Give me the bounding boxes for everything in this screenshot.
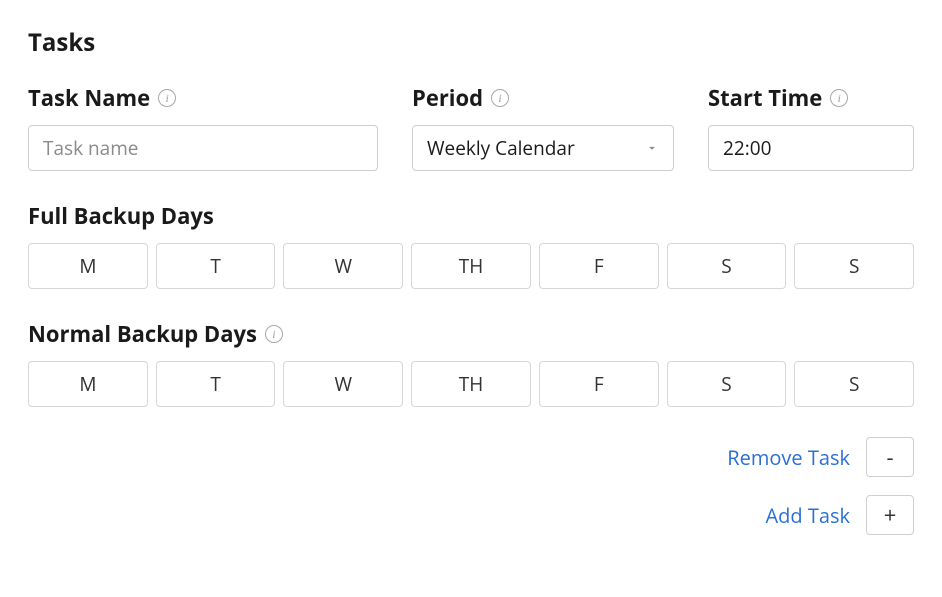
day-toggle[interactable]: F: [539, 243, 659, 289]
day-toggle[interactable]: W: [283, 243, 403, 289]
task-name-input[interactable]: [28, 125, 378, 171]
task-name-label: Task Name i: [28, 83, 378, 113]
remove-task-action: Remove Task -: [727, 437, 914, 477]
info-icon[interactable]: i: [491, 89, 509, 107]
add-task-action: Add Task +: [766, 495, 914, 535]
task-actions: Remove Task - Add Task +: [28, 437, 914, 535]
info-icon[interactable]: i: [265, 325, 283, 343]
info-icon[interactable]: i: [158, 89, 176, 107]
day-toggle[interactable]: TH: [411, 243, 531, 289]
start-time-label-text: Start Time: [708, 83, 822, 113]
full-backup-days: M T W TH F S S: [28, 243, 914, 289]
start-time-field: Start Time i: [708, 83, 914, 171]
add-task-button[interactable]: +: [866, 495, 914, 535]
day-toggle[interactable]: S: [794, 243, 914, 289]
chevron-down-icon: [645, 141, 659, 155]
day-toggle[interactable]: T: [156, 243, 276, 289]
full-backup-label: Full Backup Days: [28, 201, 914, 231]
period-field: Period i Weekly Calendar: [412, 83, 674, 171]
day-toggle[interactable]: M: [28, 361, 148, 407]
full-backup-label-text: Full Backup Days: [28, 201, 214, 231]
period-label: Period i: [412, 83, 674, 113]
day-toggle[interactable]: F: [539, 361, 659, 407]
remove-task-link[interactable]: Remove Task: [727, 444, 850, 471]
day-toggle[interactable]: T: [156, 361, 276, 407]
tasks-heading: Tasks: [28, 26, 914, 59]
day-toggle[interactable]: S: [794, 361, 914, 407]
period-label-text: Period: [412, 83, 483, 113]
task-name-label-text: Task Name: [28, 83, 150, 113]
normal-backup-label-text: Normal Backup Days: [28, 319, 257, 349]
day-toggle[interactable]: W: [283, 361, 403, 407]
info-icon[interactable]: i: [830, 89, 848, 107]
task-fields-row: Task Name i Period i Weekly Calendar Sta…: [28, 83, 914, 171]
day-toggle[interactable]: S: [667, 243, 787, 289]
add-task-link[interactable]: Add Task: [766, 502, 850, 529]
day-toggle[interactable]: S: [667, 361, 787, 407]
normal-backup-days: M T W TH F S S: [28, 361, 914, 407]
remove-task-button[interactable]: -: [866, 437, 914, 477]
period-select-value: Weekly Calendar: [427, 135, 575, 161]
day-toggle[interactable]: TH: [411, 361, 531, 407]
task-name-field: Task Name i: [28, 83, 378, 171]
start-time-input[interactable]: [708, 125, 914, 171]
start-time-label: Start Time i: [708, 83, 914, 113]
day-toggle[interactable]: M: [28, 243, 148, 289]
period-select[interactable]: Weekly Calendar: [412, 125, 674, 171]
normal-backup-label: Normal Backup Days i: [28, 319, 914, 349]
